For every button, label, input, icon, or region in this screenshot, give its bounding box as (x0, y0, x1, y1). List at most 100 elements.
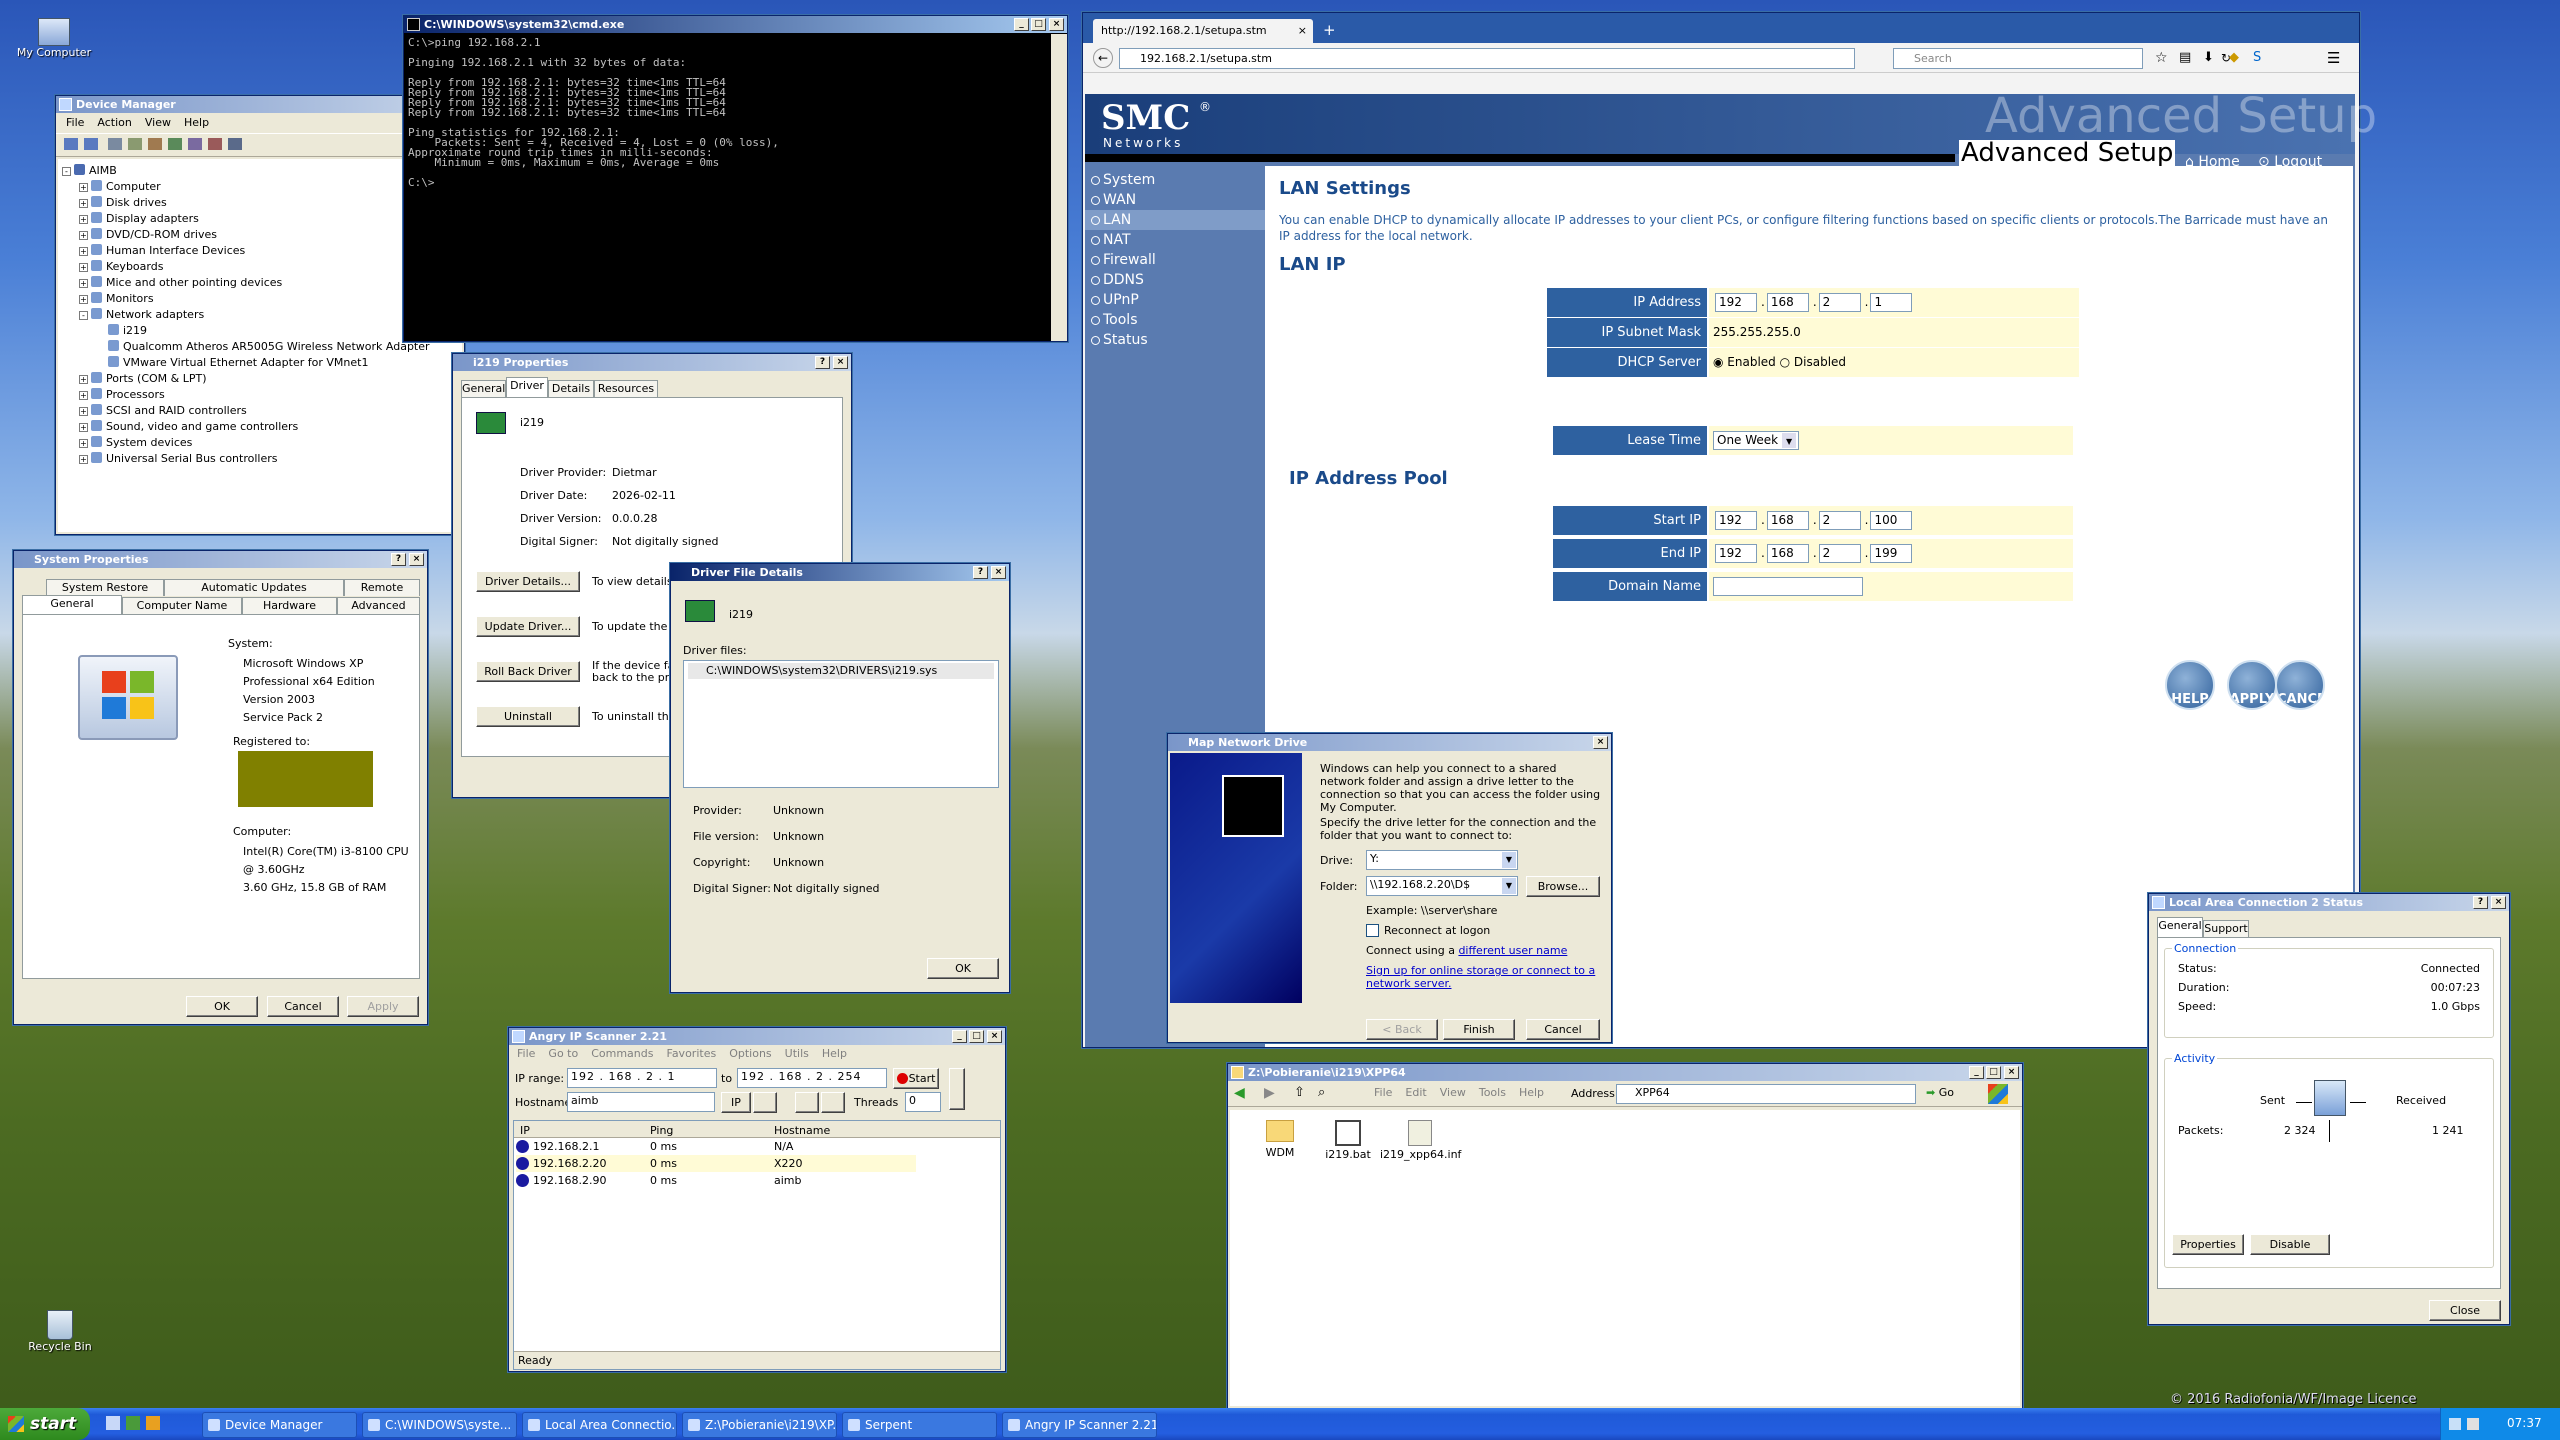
apply-button[interactable]: APPLY (2227, 660, 2277, 710)
expand-toggle-icon[interactable]: + (79, 263, 88, 272)
properties-icon[interactable] (108, 138, 122, 150)
menu-file[interactable]: File (517, 1047, 535, 1060)
apply-button[interactable]: Apply (347, 996, 419, 1017)
maximize-button[interactable]: □ (969, 1030, 984, 1043)
expand-toggle-icon[interactable]: + (79, 231, 88, 240)
dhcp-enabled-radio[interactable]: ◉ (1713, 355, 1727, 369)
table-row[interactable]: 192.168.2.20 0 ms X220 (516, 1155, 916, 1172)
close-button[interactable]: × (987, 1030, 1002, 1043)
taskbar-device-manager[interactable]: Device Manager (202, 1412, 357, 1438)
col-hostname[interactable]: Hostname (774, 1122, 830, 1139)
forward-icon[interactable] (84, 138, 98, 150)
tree-item[interactable]: + DVD/CD-ROM drives (62, 227, 458, 243)
nav-status[interactable]: Status (1085, 330, 1265, 350)
folder-item[interactable]: WDM (1250, 1120, 1310, 1159)
cmd-titlebar[interactable]: C:\WINDOWS\system32\cmd.exe _ □ × (404, 16, 1067, 33)
close-button[interactable]: × (409, 553, 424, 566)
tree-item[interactable]: + Computer (62, 179, 458, 195)
help-button[interactable]: ? (2473, 896, 2488, 909)
uninstall-button[interactable]: Uninstall (476, 706, 580, 727)
start-octet-3[interactable]: 2 (1818, 511, 1861, 530)
refresh-icon[interactable] (128, 138, 142, 150)
browse-button[interactable]: Browse... (1526, 876, 1600, 897)
end-octet-2[interactable]: 168 (1766, 544, 1809, 563)
reconnect-checkbox[interactable] (1366, 924, 1379, 937)
system-properties-titlebar[interactable]: System Properties? × (14, 551, 427, 568)
col-ip[interactable]: IP (520, 1122, 530, 1139)
cancel-button[interactable]: CANCEL (2275, 660, 2325, 710)
close-button[interactable]: × (833, 356, 848, 369)
tree-item[interactable]: + Processors (62, 387, 458, 403)
maximize-button[interactable]: □ (1031, 18, 1046, 31)
help-icon[interactable] (148, 138, 162, 150)
expand-toggle-icon[interactable]: + (79, 439, 88, 448)
start-octet-1[interactable]: 192 (1715, 511, 1757, 530)
ipscan-scroll-button[interactable] (949, 1068, 965, 1110)
finish-button[interactable]: Finish (1443, 1019, 1515, 1040)
start-octet-2[interactable]: 168 (1766, 511, 1809, 530)
lan-status-titlebar[interactable]: Local Area Connection 2 Status? × (2149, 894, 2509, 911)
tab-close-icon[interactable]: × (1298, 19, 1307, 43)
browser-tab[interactable]: http://192.168.2.1/setupa.stm × (1093, 19, 1313, 43)
cancel-button[interactable]: Cancel (267, 996, 339, 1017)
menu-commands[interactable]: Commands (591, 1047, 653, 1060)
menu-edit[interactable]: Edit (1405, 1086, 1426, 1099)
tab-resources[interactable]: Resources (594, 380, 658, 397)
driver-details-button[interactable]: Driver Details... (476, 571, 580, 592)
file-item[interactable]: i219.bat (1318, 1120, 1378, 1161)
roll-back-driver-button[interactable]: Roll Back Driver (476, 661, 580, 682)
folder-input[interactable]: \\192.168.2.20\D$ ▼ (1366, 876, 1518, 896)
taskbar-lan-status[interactable]: Local Area Connectio... (522, 1412, 677, 1438)
close-button[interactable]: × (1593, 736, 1608, 749)
go-icon[interactable]: ➡ Go (1926, 1086, 1954, 1099)
ip-lookup-button[interactable]: IP (721, 1092, 751, 1113)
network-tray-icon[interactable] (2449, 1418, 2461, 1430)
minimize-button[interactable]: _ (1014, 18, 1029, 31)
menu-file[interactable]: File (66, 116, 84, 129)
taskbar-cmd[interactable]: C:\WINDOWS\syste... (362, 1412, 517, 1438)
hostname-input[interactable]: aimb (567, 1092, 715, 1112)
cmd-scrollbar[interactable] (1051, 34, 1067, 341)
tree-item[interactable]: i219 (62, 323, 458, 339)
tree-item[interactable]: + Human Interface Devices (62, 243, 458, 259)
expand-toggle-icon[interactable]: + (79, 455, 88, 464)
menu-utils[interactable]: Utils (785, 1047, 809, 1060)
tree-item[interactable]: + Monitors (62, 291, 458, 307)
expand-toggle-icon[interactable]: + (79, 199, 88, 208)
disable-icon[interactable] (228, 138, 242, 150)
uninstall-icon[interactable] (208, 138, 222, 150)
up-folder-icon[interactable]: ⇧ (1294, 1085, 1305, 1100)
search-input[interactable]: Search (1893, 48, 2143, 69)
cancel-button[interactable]: Cancel (1526, 1019, 1600, 1040)
menu-file[interactable]: File (1374, 1086, 1392, 1099)
new-tab-icon[interactable]: + (1323, 21, 1336, 39)
downloads-icon[interactable]: ⬇ (2203, 50, 2214, 65)
expand-toggle-icon[interactable]: + (79, 183, 88, 192)
update-driver-button[interactable]: Update Driver... (476, 616, 580, 637)
start-button[interactable]: start (0, 1408, 90, 1440)
ip-octet-1[interactable]: 192 (1715, 293, 1757, 312)
back-button[interactable]: < Back (1366, 1019, 1438, 1040)
expand-toggle-icon[interactable]: + (79, 215, 88, 224)
ip-range-from-input[interactable]: 192 . 168 . 2 . 1 (567, 1068, 717, 1088)
minimize-button[interactable]: _ (1969, 1066, 1984, 1079)
start-button[interactable]: Start (893, 1068, 939, 1089)
domain-name-input[interactable] (1713, 577, 1863, 596)
expand-toggle-icon[interactable]: + (79, 407, 88, 416)
nav-upnp[interactable]: UPnP (1085, 290, 1265, 310)
ok-button[interactable]: OK (186, 996, 258, 1017)
menu-tools[interactable]: Tools (1479, 1086, 1506, 1099)
quicklaunch-app-icon[interactable] (146, 1416, 160, 1430)
tree-root[interactable]: - AIMB (62, 163, 458, 179)
table-row[interactable]: 192.168.2.1 0 ms N/A (516, 1138, 996, 1155)
driver-file-item[interactable]: C:\WINDOWS\system32\DRIVERS\i219.sys (688, 663, 994, 679)
menu-view[interactable]: View (145, 116, 171, 129)
tab-general[interactable]: General (22, 595, 122, 615)
menu-help[interactable]: Help (1519, 1086, 1544, 1099)
disable-button[interactable]: Disable (2250, 1234, 2330, 1255)
fetch-button[interactable] (753, 1092, 777, 1113)
tree-item[interactable]: + Sound, video and game controllers (62, 419, 458, 435)
drive-select[interactable]: Y: ▼ (1366, 850, 1518, 870)
map-drive-titlebar[interactable]: Map Network Drive × (1168, 734, 1611, 751)
tab-remote[interactable]: Remote (344, 579, 420, 596)
